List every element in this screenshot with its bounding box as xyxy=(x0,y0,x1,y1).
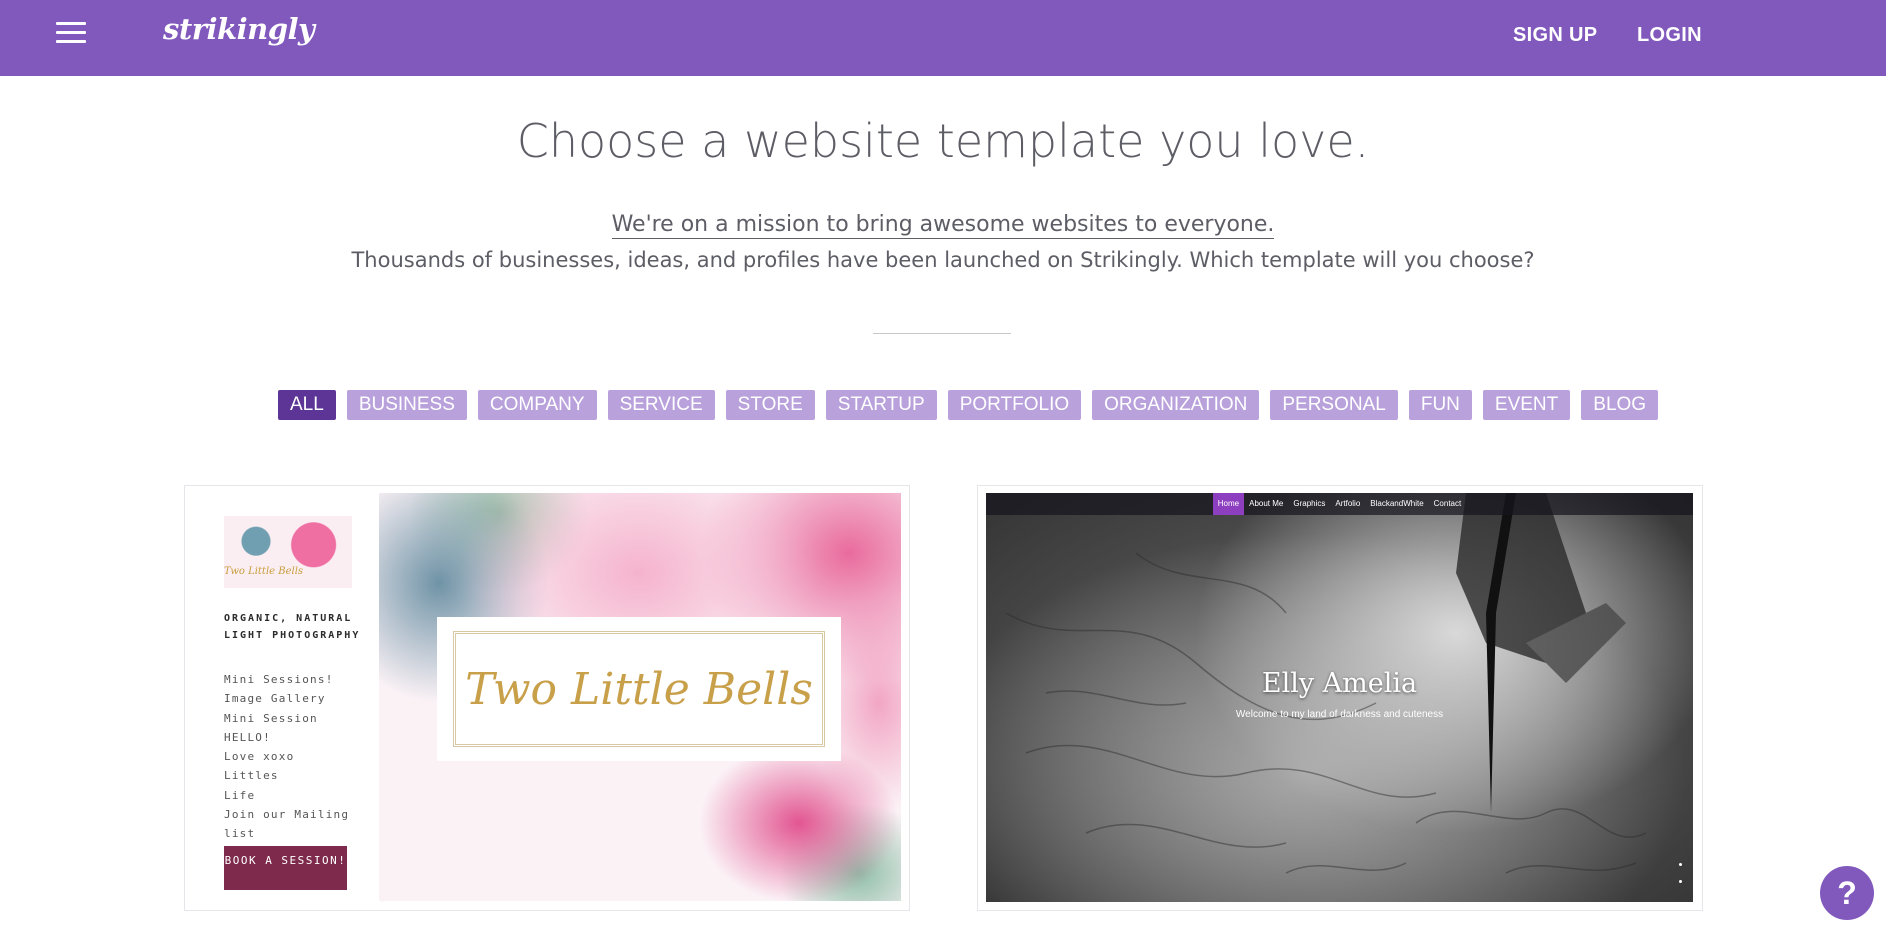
filter-event[interactable]: EVENT xyxy=(1482,390,1571,420)
preview-title: Elly Amelia xyxy=(1261,668,1418,699)
preview-nav-item: Graphics xyxy=(1293,499,1326,508)
sketch-hero-image: Home About Me Graphics Artfolio Blackand… xyxy=(986,493,1693,902)
floral-hero-image: Two Little Bells xyxy=(379,493,901,901)
preview-menu-item: Love xoxo xyxy=(224,750,295,764)
help-question-icon[interactable]: ? xyxy=(1820,866,1874,920)
preview-nav-item: Artfolio xyxy=(1335,499,1361,508)
strikingly-logo[interactable]: strikingly xyxy=(163,12,315,46)
signup-link[interactable]: SIGN UP xyxy=(1513,24,1597,47)
preview-nav-item: BlackandWhite xyxy=(1370,499,1424,508)
hamburger-menu-icon[interactable] xyxy=(56,22,88,46)
filter-personal[interactable]: PERSONAL xyxy=(1270,390,1398,420)
template-preview-sidebar: Two Little Bells ORGANIC, NATURAL LIGHT … xyxy=(193,494,383,902)
filter-store[interactable]: STORE xyxy=(725,390,815,420)
preview-nav-item: Contact xyxy=(1433,499,1462,508)
preview-menu-item: Littles xyxy=(224,769,279,783)
section-divider xyxy=(873,333,1011,334)
preview-menu-item: Mini Sessions! xyxy=(224,673,334,686)
filter-all[interactable]: ALL xyxy=(278,390,336,420)
preview-nav-item-home: Home xyxy=(1212,493,1245,515)
preview-book-button: BOOK A SESSION! xyxy=(224,846,347,890)
thumbnail-logo-text: Two Little Bells xyxy=(224,566,304,577)
preview-menu: Mini Sessions! Image Gallery Mini Sessio… xyxy=(224,670,382,844)
mission-line: We're on a mission to bring awesome webs… xyxy=(0,212,1886,239)
filter-service[interactable]: SERVICE xyxy=(607,390,715,420)
hero-logo-text: Two Little Bells xyxy=(453,631,825,747)
floral-thumbnail-image xyxy=(224,516,352,588)
preview-menu-item: Mini Session xyxy=(224,711,318,725)
page-headline: Choose a website template you love. xyxy=(516,114,1370,168)
filter-company[interactable]: COMPANY xyxy=(477,390,597,420)
filter-business[interactable]: BUSINESS xyxy=(346,390,467,420)
mission-link[interactable]: We're on a mission to bring awesome webs… xyxy=(611,212,1275,239)
preview-menu-item: Life xyxy=(224,788,256,802)
filter-portfolio[interactable]: PORTFOLIO xyxy=(947,390,1082,420)
filter-startup[interactable]: STARTUP xyxy=(825,390,937,420)
top-navbar: strikingly SIGN UP LOGIN xyxy=(0,0,1886,76)
preview-nav-item: About Me xyxy=(1249,499,1284,508)
hero-logo-box: Two Little Bells xyxy=(437,617,841,761)
preview-subtitle: Welcome to my land of darkness and cuten… xyxy=(1235,709,1444,720)
slide-dots xyxy=(1679,863,1685,897)
filter-organization[interactable]: ORGANIZATION xyxy=(1092,390,1260,420)
filter-fun[interactable]: FUN xyxy=(1408,390,1472,420)
template-card-elly-amelia[interactable]: Home About Me Graphics Artfolio Blackand… xyxy=(977,485,1703,911)
preview-menu-item: HELLO! xyxy=(224,730,271,744)
preview-navbar: Home About Me Graphics Artfolio Blackand… xyxy=(986,493,1693,515)
preview-tagline: ORGANIC, NATURAL LIGHT PHOTOGRAPHY xyxy=(224,613,361,641)
template-card-two-little-bells[interactable]: Two Little Bells ORGANIC, NATURAL LIGHT … xyxy=(184,485,910,911)
page-subline: Thousands of businesses, ideas, and prof… xyxy=(351,248,1535,272)
category-filters: ALL BUSINESS COMPANY SERVICE STORE START… xyxy=(278,390,1659,420)
filter-blog[interactable]: BLOG xyxy=(1581,390,1659,420)
preview-menu-item: Image Gallery xyxy=(224,692,326,706)
preview-menu-item: Join our Mailing list xyxy=(224,808,350,841)
login-link[interactable]: LOGIN xyxy=(1637,24,1702,47)
